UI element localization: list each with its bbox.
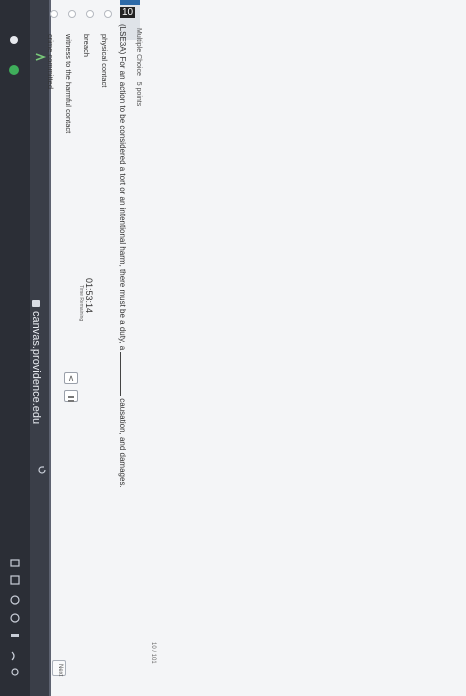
url-text: canvas.providence.edu	[30, 311, 42, 425]
question-text: (LSE3A) For an action to be considered a…	[118, 24, 127, 488]
question-text-end: causation, and damages.	[118, 398, 127, 488]
answer-blank	[120, 352, 121, 397]
option-label-3: witness to the harmful contact	[64, 34, 73, 134]
grid-icon	[68, 396, 74, 402]
tabs-icon	[10, 575, 20, 585]
target-icon	[10, 613, 20, 623]
option-radio-1[interactable]	[104, 10, 112, 18]
question-number: 10	[120, 7, 136, 18]
option-label-1: physical contact	[100, 34, 109, 88]
browser-app-icons	[9, 36, 19, 75]
browser-divider	[49, 0, 51, 696]
search-icon	[11, 668, 19, 676]
prev-button[interactable]: ∧	[64, 372, 78, 384]
option-radio-3[interactable]	[68, 10, 76, 18]
sync-icon[interactable]	[33, 50, 47, 64]
option-label-4: crime committed	[46, 34, 55, 90]
reload-icon[interactable]	[36, 464, 48, 476]
url-bar[interactable]: canvas.providence.edu	[30, 300, 42, 424]
lock-icon	[32, 300, 40, 307]
question-meta: Multiple Choice 5 points	[135, 28, 142, 106]
option-radio-2[interactable]	[86, 10, 94, 18]
question-list-button[interactable]	[64, 390, 78, 402]
option-radio-4[interactable]	[50, 10, 58, 18]
question-text-start: (LSE3A) For an action to be considered a…	[118, 24, 127, 351]
timer-label: Time Remaining	[78, 285, 84, 322]
share-icon	[10, 559, 20, 567]
next-button[interactable]: Next	[52, 660, 66, 676]
option-label-2: breach	[82, 34, 91, 57]
question-type: Multiple Choice	[135, 28, 142, 76]
chevron-left-icon: ∧	[67, 373, 75, 383]
timer-value: 01:53:14	[84, 278, 94, 314]
next-label: Next	[57, 664, 63, 677]
app-icon-2	[9, 65, 19, 75]
audio-icon	[11, 651, 15, 661]
question-points: 5 points	[135, 81, 142, 107]
app-icon-1	[10, 36, 18, 44]
browser-toolbar-icons	[10, 559, 20, 676]
question-number-badge: 10	[120, 2, 136, 20]
menu-icon	[11, 634, 19, 637]
extension-icon	[10, 595, 20, 605]
screenshot-stage: canvas.providence.edu 01:53:14 Time Rema…	[0, 0, 466, 696]
page-count: 10 / 101	[150, 642, 156, 664]
